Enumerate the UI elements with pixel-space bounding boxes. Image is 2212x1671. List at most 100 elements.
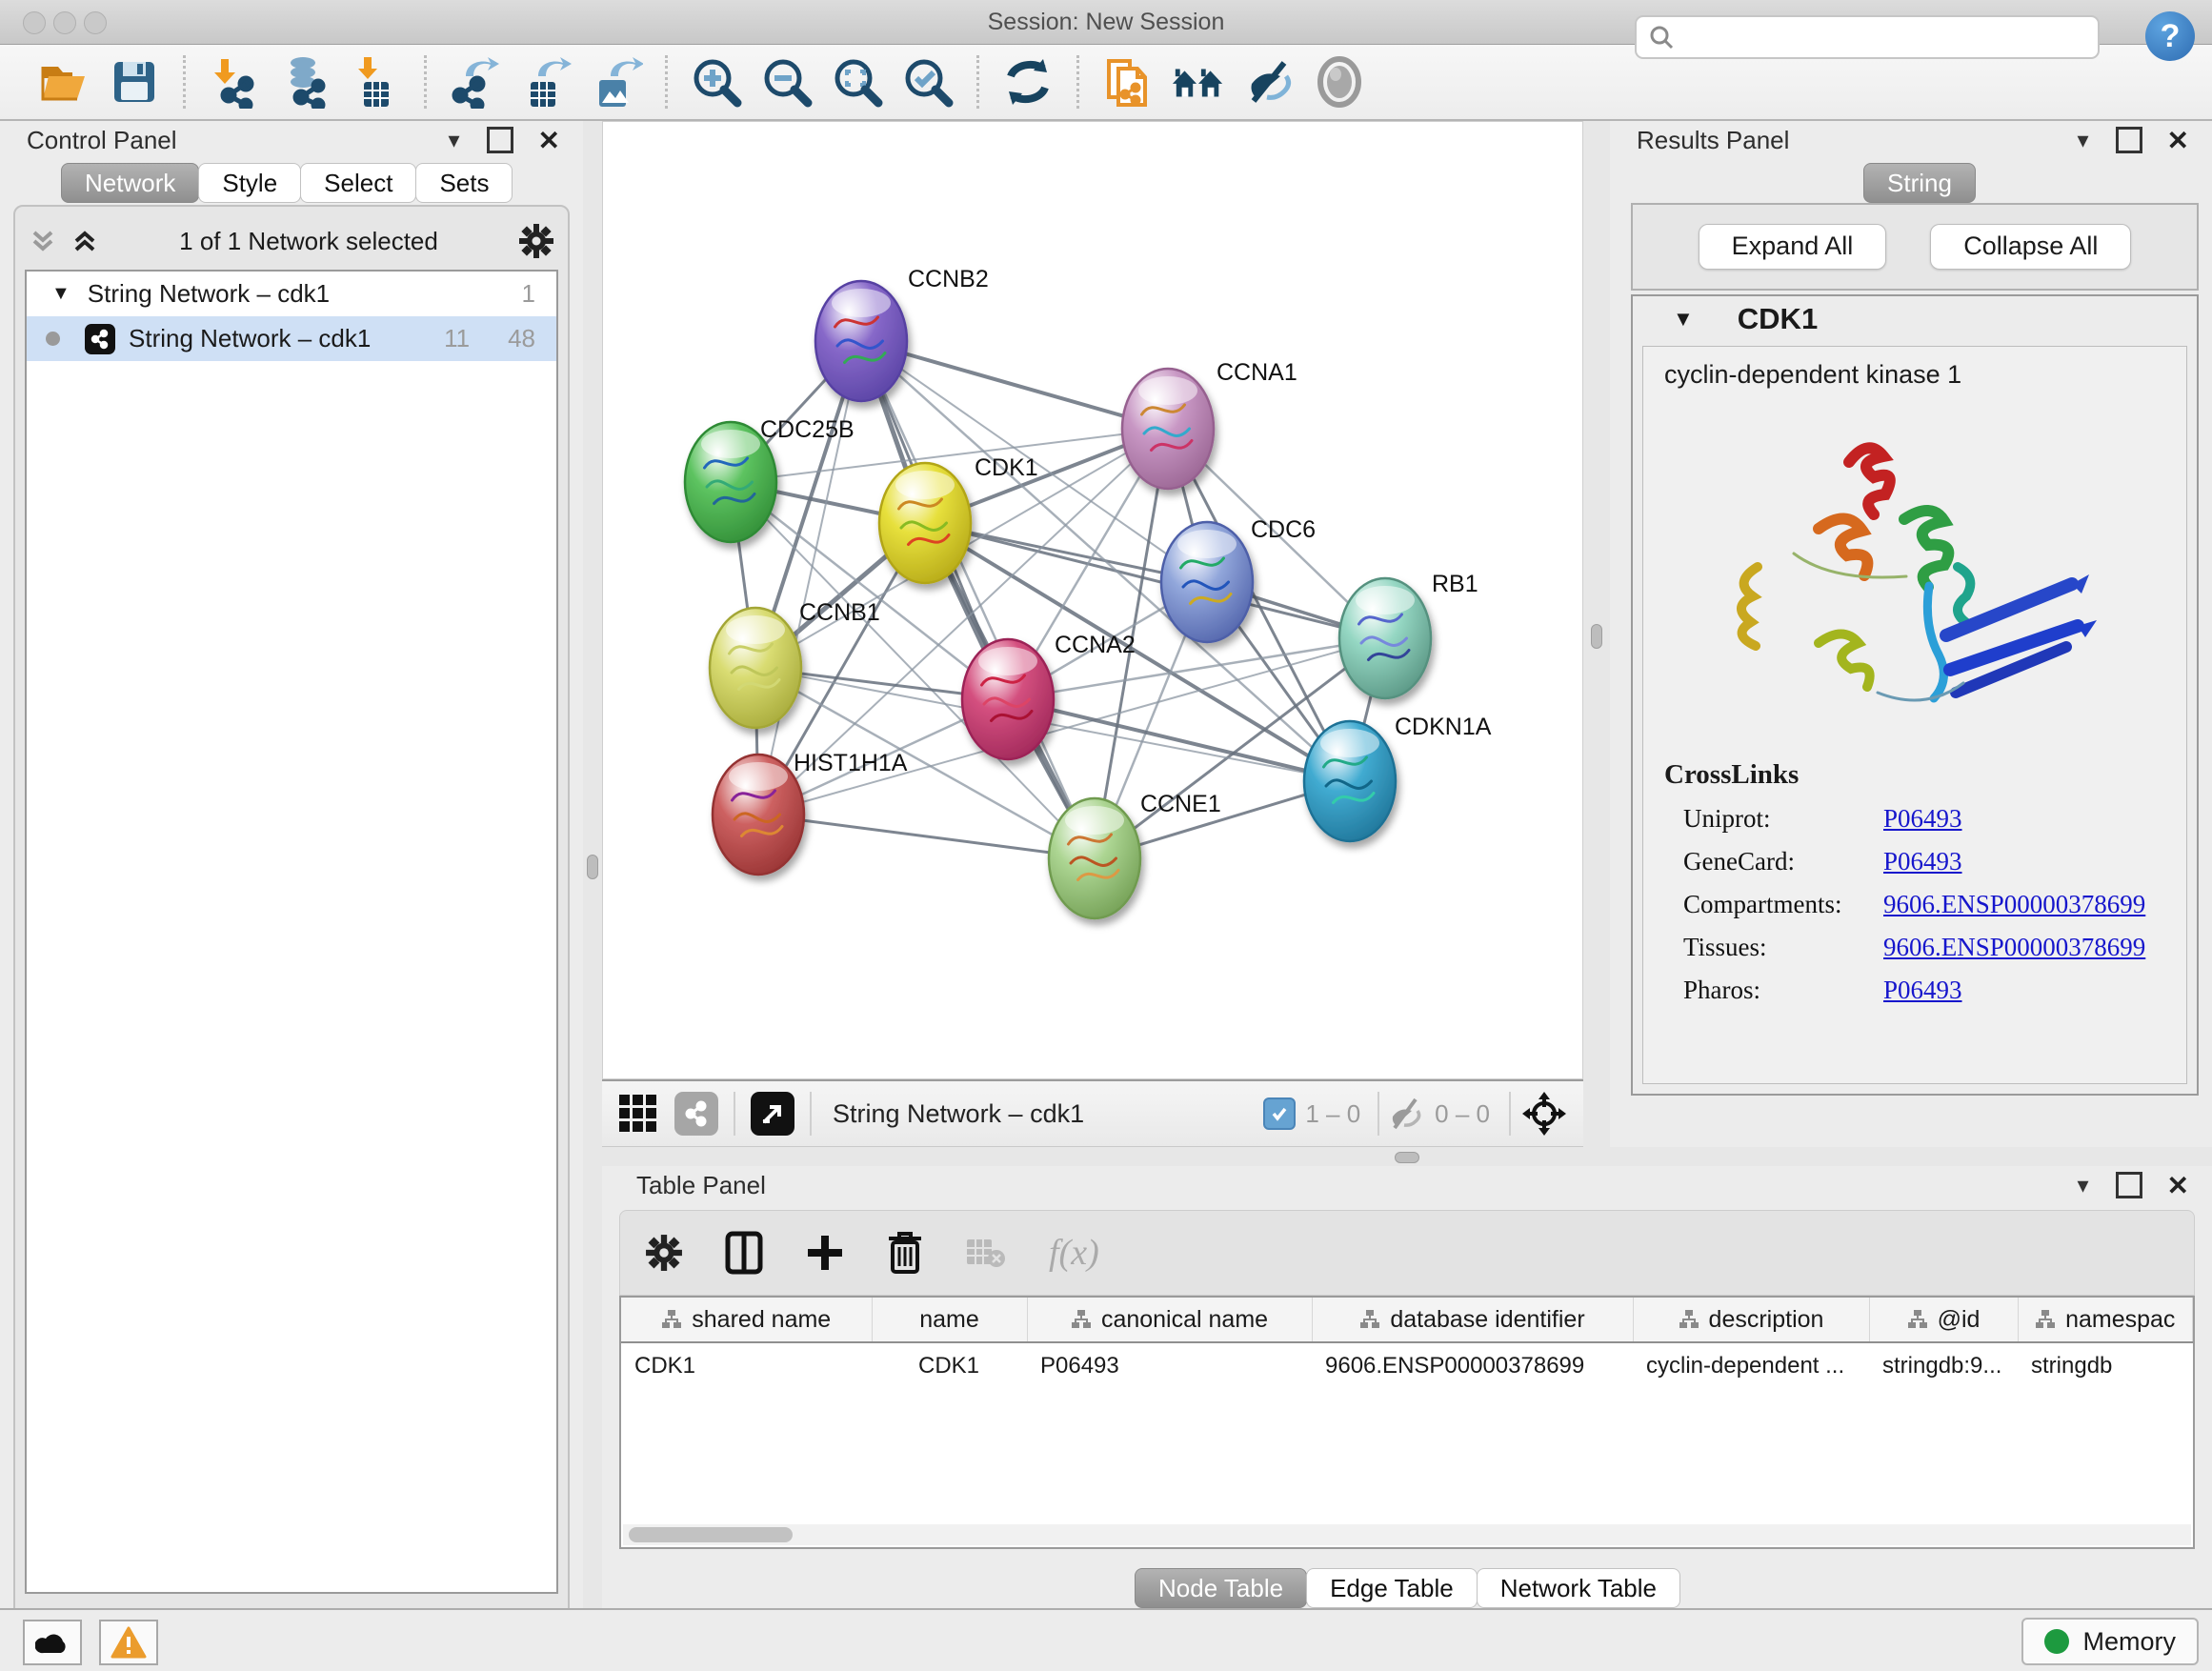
close-panel-icon[interactable]: ✕ [538,125,560,156]
zoom-out-icon[interactable] [759,54,814,110]
view-grid-icon[interactable] [617,1093,659,1135]
crosslink-link[interactable]: P06493 [1883,847,1962,876]
right-splitter-handle[interactable] [1591,624,1602,649]
refresh-icon[interactable] [1000,54,1056,110]
tab-style[interactable]: Style [198,163,301,203]
collapse-all-icon[interactable] [29,227,57,255]
selected-checkbox-icon[interactable] [1263,1097,1296,1130]
expand-all-button[interactable]: Expand All [1699,224,1887,270]
sphere-icon[interactable] [1312,54,1367,110]
houses-icon[interactable] [1171,54,1226,110]
columns-icon[interactable] [725,1231,763,1275]
network-edge[interactable] [861,341,1168,429]
column-header[interactable]: description [1633,1298,1869,1342]
crosslink-link[interactable]: P06493 [1883,976,1962,1005]
network-edge[interactable] [925,523,1385,638]
zoom-fit-icon[interactable] [830,54,885,110]
float-panel-icon[interactable]: ▾ [2077,127,2088,154]
horizontal-scrollbar[interactable] [623,1524,2191,1545]
detach-view-icon[interactable] [751,1092,794,1136]
save-session-icon[interactable] [107,54,162,110]
help-button[interactable]: ? [2145,11,2195,61]
app-store-button[interactable] [23,1620,82,1665]
maximize-panel-icon[interactable] [2116,1172,2142,1198]
column-header[interactable]: namespac [2018,1298,2193,1342]
network-edge[interactable] [758,815,1095,858]
cell-database-identifier[interactable]: 9606.ENSP00000378699 [1312,1342,1633,1389]
float-panel-icon[interactable]: ▾ [2077,1172,2088,1199]
column-header[interactable]: shared name [621,1298,872,1342]
node-label: RB1 [1432,571,1478,597]
network-node-CDC6[interactable]: CDC6 [1161,516,1316,642]
horizontal-splitter-handle[interactable] [1395,1152,1419,1163]
maximize-panel-icon[interactable] [2116,127,2142,153]
gear-icon[interactable] [645,1234,683,1272]
tree-expand-icon[interactable]: ▼ [51,283,70,305]
view-share-icon[interactable] [674,1092,718,1136]
navigator-crosshair-icon[interactable] [1520,1090,1568,1137]
tab-network[interactable]: Network [61,163,199,203]
network-node-RB1[interactable]: RB1 [1339,571,1478,698]
tab-network-table[interactable]: Network Table [1477,1568,1680,1608]
network-canvas[interactable]: CCNB2CCNA1CDC25BCDK1CDC6RB1CCNB1CCNA2CDK… [602,121,1583,1079]
tab-sets[interactable]: Sets [415,163,513,203]
table-row[interactable]: CDK1 CDK1 P06493 9606.ENSP00000378699 cy… [621,1342,2193,1389]
crosslink-link[interactable]: P06493 [1883,804,1962,834]
cell-namespace[interactable]: stringdb [2018,1342,2193,1389]
cell-name[interactable]: CDK1 [872,1342,1027,1389]
tab-node-table[interactable]: Node Table [1135,1568,1307,1608]
import-network-file-icon[interactable] [207,54,262,110]
left-splitter[interactable] [583,121,602,1608]
tab-select[interactable]: Select [300,163,416,203]
expand-all-icon[interactable] [70,227,99,255]
maximize-panel-icon[interactable] [487,127,513,153]
network-node-CCNB1[interactable]: CCNB1 [710,599,880,728]
column-header[interactable]: database identifier [1312,1298,1633,1342]
cell-id[interactable]: stringdb:9... [1869,1342,2018,1389]
network-edge[interactable] [758,341,861,815]
right-splitter[interactable] [1583,121,1610,1147]
export-image-icon[interactable] [589,54,644,110]
zoom-in-icon[interactable] [689,54,744,110]
left-splitter-handle[interactable] [587,855,598,879]
add-column-icon[interactable] [805,1233,845,1273]
network-row[interactable]: String Network – cdk1 11 48 [27,316,556,361]
collapse-all-button[interactable]: Collapse All [1930,224,2131,270]
cell-shared-name[interactable]: CDK1 [621,1342,872,1389]
gene-collapse-icon[interactable]: ▼ [1673,307,1694,332]
close-panel-icon[interactable]: ✕ [2167,1170,2189,1201]
documents-share-icon[interactable] [1100,54,1156,110]
cell-canonical-name[interactable]: P06493 [1027,1342,1312,1389]
warnings-button[interactable] [99,1620,158,1665]
tab-string[interactable]: String [1863,163,1976,203]
crosslink-link[interactable]: 9606.ENSP00000378699 [1883,890,2145,919]
horizontal-splitter[interactable] [602,1147,2212,1166]
eye-slash-icon[interactable] [1241,54,1297,110]
network-node-HIST1H1A[interactable]: HIST1H1A [713,750,908,875]
memory-button[interactable]: Memory [2021,1618,2199,1665]
network-node-CCNE1[interactable]: CCNE1 [1049,791,1221,918]
import-network-database-icon[interactable] [277,54,332,110]
network-collection-row[interactable]: ▼ String Network – cdk1 1 [27,272,556,316]
tab-edge-table[interactable]: Edge Table [1306,1568,1478,1608]
scrollbar-thumb[interactable] [629,1527,793,1542]
column-header[interactable]: @id [1869,1298,2018,1342]
open-session-icon[interactable] [36,54,91,110]
export-table-icon[interactable] [518,54,573,110]
network-node-CCNB2[interactable]: CCNB2 [815,266,989,401]
gear-icon[interactable] [518,223,554,259]
search-input[interactable] [1635,15,2100,59]
crosslink-link[interactable]: 9606.ENSP00000378699 [1883,933,2145,962]
network-edge[interactable] [861,341,1095,858]
cell-description[interactable]: cyclin-dependent ... [1633,1342,1869,1389]
network-node-CCNA2[interactable]: CCNA2 [962,632,1136,759]
delete-column-icon[interactable] [887,1231,923,1275]
network-node-CDKN1A[interactable]: CDKN1A [1304,714,1492,841]
import-table-icon[interactable] [348,54,403,110]
zoom-selected-icon[interactable] [900,54,955,110]
float-panel-icon[interactable]: ▾ [448,127,459,154]
column-header[interactable]: canonical name [1027,1298,1312,1342]
column-header[interactable]: name [872,1298,1027,1342]
close-panel-icon[interactable]: ✕ [2167,125,2189,156]
export-network-icon[interactable] [448,54,503,110]
